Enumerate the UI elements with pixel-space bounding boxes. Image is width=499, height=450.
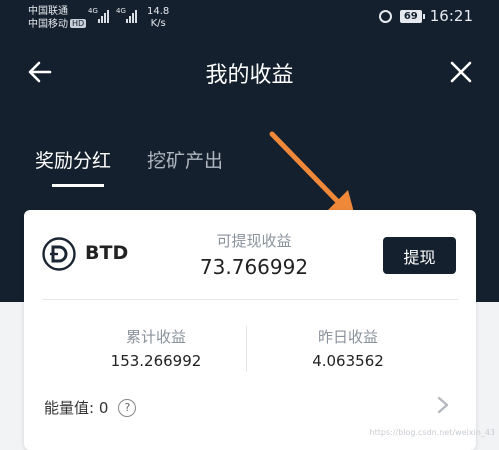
active-tab-indicator — [52, 184, 104, 187]
status-right: 69 16:21 — [378, 7, 473, 25]
btd-coin-icon — [42, 237, 76, 271]
yesterday-earnings: 昨日收益 4.063562 — [248, 326, 448, 370]
withdraw-button[interactable]: 提现 — [383, 237, 456, 274]
alarm-icon — [378, 9, 392, 23]
tab-mining-output[interactable]: 挖矿产出 — [147, 146, 223, 173]
signal-1-label: 4G — [88, 7, 98, 15]
hd-badge: HD — [70, 19, 87, 28]
carrier-1: 中国联通 — [28, 6, 68, 17]
divider — [42, 299, 458, 300]
vertical-divider — [246, 326, 247, 372]
tab-bar: 奖励分红 挖矿产出 — [0, 140, 499, 190]
withdrawable-value: 73.766992 — [199, 255, 309, 279]
signal-icon: 4G — [116, 7, 137, 23]
carrier-info: 中国联通 中国移动 HD — [28, 5, 87, 31]
signal-2-label: 4G — [116, 7, 126, 15]
page-title: 我的收益 — [205, 63, 294, 88]
total-earnings-label: 累计收益 — [125, 328, 186, 346]
total-earnings: 累计收益 153.266992 — [56, 326, 256, 370]
close-icon[interactable] — [447, 58, 475, 86]
watermark: https://blog.csdn.net/weixin_43 — [369, 428, 495, 437]
coin-name: BTD — [85, 242, 129, 264]
net-speed: 14.8 K/s — [147, 6, 170, 29]
status-bar: 中国联通 中国移动 HD 4G 4G 14.8 K/s 69 16:21 — [0, 0, 499, 34]
help-icon[interactable]: ? — [118, 398, 137, 417]
signal-icon: 4G — [88, 7, 109, 23]
total-earnings-value: 153.266992 — [110, 352, 202, 370]
yesterday-earnings-label: 昨日收益 — [317, 328, 378, 346]
energy-label: 能量值: 0 — [44, 399, 109, 417]
tab-dividend[interactable]: 奖励分红 — [35, 146, 111, 173]
nav-bar: 我的收益 — [0, 48, 499, 96]
yesterday-earnings-value: 4.063562 — [312, 352, 384, 370]
energy-row[interactable]: 能量值: 0 ? — [44, 397, 137, 418]
clock: 16:21 — [429, 7, 473, 25]
withdrawable-label: 可提现收益 — [216, 232, 292, 250]
chevron-right-icon[interactable] — [436, 395, 450, 415]
battery-icon: 69 — [399, 9, 425, 23]
earnings-card: BTD 可提现收益 73.766992 提现 累计收益 153.266992 昨… — [24, 210, 476, 450]
carrier-2: 中国移动 — [28, 19, 68, 30]
